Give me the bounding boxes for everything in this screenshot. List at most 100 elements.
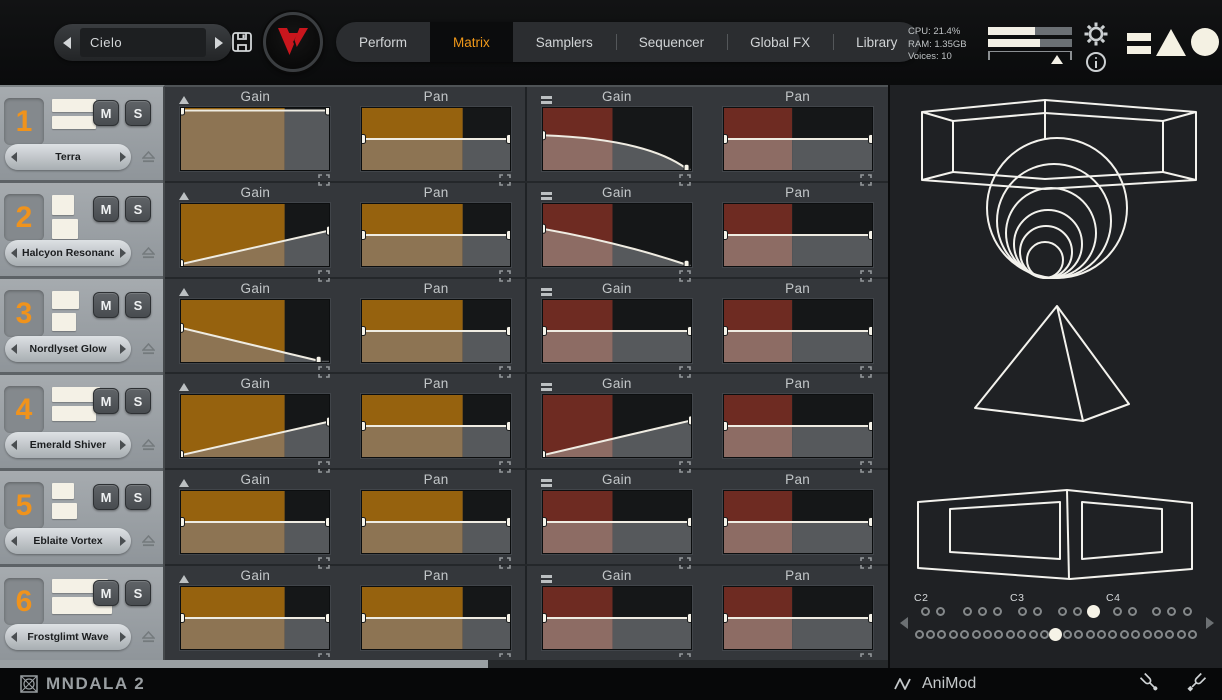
key-dot-upper[interactable] (1112, 606, 1122, 616)
envelope-editor[interactable] (360, 394, 513, 459)
envelope-editor[interactable] (540, 490, 693, 555)
envelope-editor[interactable] (360, 490, 513, 555)
mute-button[interactable]: M (93, 100, 119, 126)
key-dot-upper[interactable] (992, 606, 1002, 616)
sampler-slot-1[interactable]: 1 M S Terra (0, 87, 163, 183)
tuning-fork-alt-button[interactable] (1186, 671, 1208, 698)
key-dot-lower[interactable] (1142, 629, 1152, 639)
key-dot-upper[interactable] (1072, 606, 1082, 616)
key-dot-upper[interactable] (977, 606, 987, 616)
instrument-next-button[interactable] (114, 440, 131, 450)
instrument-next-button[interactable] (114, 344, 131, 354)
mute-button[interactable]: M (93, 580, 119, 606)
key-dot-lower-active[interactable] (1049, 627, 1063, 641)
key-dot-upper[interactable] (1057, 606, 1067, 616)
instrument-next-button[interactable] (114, 248, 131, 258)
key-dot-upper[interactable] (1017, 606, 1027, 616)
slot-number-tile[interactable]: 1 (4, 98, 44, 145)
info-button[interactable] (1086, 52, 1106, 72)
tuning-fork-button[interactable] (1138, 671, 1160, 698)
key-dot-upper-active[interactable] (1086, 604, 1100, 618)
instrument-selector[interactable]: Emerald Shiver (5, 432, 131, 458)
key-dot-lower[interactable] (1188, 629, 1198, 639)
save-button[interactable] (231, 31, 253, 53)
key-dot-lower[interactable] (960, 629, 970, 639)
mute-button[interactable]: M (93, 484, 119, 510)
instrument-selector[interactable]: Nordlyset Glow (5, 336, 131, 362)
envelope-editor[interactable] (179, 105, 332, 171)
instrument-prev-button[interactable] (5, 440, 22, 450)
envelope-editor[interactable] (360, 586, 513, 651)
slot-number-tile[interactable]: 3 (4, 290, 44, 337)
key-dot-lower[interactable] (1005, 629, 1015, 639)
mute-button[interactable]: M (93, 388, 119, 414)
envelope-editor[interactable] (721, 107, 874, 171)
slot-number-tile[interactable]: 6 (4, 578, 44, 625)
key-dot-lower[interactable] (914, 629, 924, 639)
envelope-editor[interactable] (721, 394, 874, 459)
key-dot-upper[interactable] (935, 606, 945, 616)
key-dot-lower[interactable] (925, 629, 935, 639)
solo-button[interactable]: S (125, 100, 151, 126)
preset-next-button[interactable] (206, 24, 232, 61)
solo-button[interactable]: S (125, 484, 151, 510)
key-dot-upper[interactable] (1151, 606, 1161, 616)
envelope-editor[interactable] (721, 202, 874, 267)
mute-button[interactable]: M (93, 292, 119, 318)
envelope-editor[interactable] (539, 107, 692, 174)
sampler-slot-5[interactable]: 5 M S Eblaite Vortex (0, 471, 163, 567)
tab-matrix[interactable]: Matrix (430, 22, 513, 62)
key-dot-upper[interactable] (962, 606, 972, 616)
tab-perform[interactable]: Perform (336, 22, 430, 62)
eject-button[interactable] (141, 246, 156, 264)
instrument-prev-button[interactable] (5, 536, 22, 546)
instrument-next-button[interactable] (114, 152, 131, 162)
key-dot-lower[interactable] (1131, 629, 1141, 639)
envelope-editor[interactable] (721, 586, 874, 651)
solo-button[interactable]: S (125, 292, 151, 318)
key-dot-upper[interactable] (1032, 606, 1042, 616)
envelope-editor[interactable] (539, 202, 692, 270)
sampler-slot-2[interactable]: 2 M S Halcyon Resonance (0, 183, 163, 279)
envelope-editor[interactable] (539, 394, 694, 461)
slider-handle-icon[interactable] (1050, 55, 1063, 64)
envelope-editor[interactable] (178, 202, 333, 269)
envelope-editor[interactable] (360, 202, 513, 267)
key-dot-lower[interactable] (1108, 629, 1118, 639)
key-dot-lower[interactable] (994, 629, 1004, 639)
envelope-editor[interactable] (178, 298, 331, 366)
eject-button[interactable] (141, 150, 156, 168)
horizontal-scrollbar[interactable] (0, 660, 888, 668)
instrument-prev-button[interactable] (5, 152, 22, 162)
settings-button[interactable] (1082, 20, 1110, 48)
mute-button[interactable]: M (93, 196, 119, 222)
envelope-editor[interactable] (540, 586, 693, 651)
instrument-prev-button[interactable] (5, 248, 22, 258)
envelope-editor[interactable] (178, 394, 333, 461)
eject-button[interactable] (141, 342, 156, 360)
key-dot-upper[interactable] (1166, 606, 1176, 616)
range-right-arrow[interactable] (1206, 617, 1214, 629)
key-dot-lower[interactable] (1176, 629, 1186, 639)
scrollbar-thumb[interactable] (0, 660, 488, 668)
key-dot-upper[interactable] (920, 606, 930, 616)
eject-button[interactable] (141, 630, 156, 648)
sampler-slot-3[interactable]: 3 M S Nordlyset Glow (0, 279, 163, 375)
key-dot-lower[interactable] (1028, 629, 1038, 639)
key-dot-lower[interactable] (1096, 629, 1106, 639)
instrument-prev-button[interactable] (5, 344, 22, 354)
instrument-selector[interactable]: Eblaite Vortex (5, 528, 131, 554)
key-dot-lower[interactable] (937, 629, 947, 639)
envelope-editor[interactable] (360, 107, 513, 171)
envelope-editor[interactable] (540, 298, 693, 363)
solo-button[interactable]: S (125, 196, 151, 222)
tab-sequencer[interactable]: Sequencer (615, 22, 727, 62)
instrument-selector[interactable]: Halcyon Resonance (5, 240, 131, 266)
key-dot-lower[interactable] (1062, 629, 1072, 639)
gain-slider[interactable] (988, 51, 1072, 64)
preset-prev-button[interactable] (54, 24, 80, 61)
tab-global-fx[interactable]: Global FX (727, 22, 833, 62)
preset-selector[interactable]: Cielo (54, 24, 232, 61)
envelope-editor[interactable] (360, 298, 513, 363)
slot-number-tile[interactable]: 2 (4, 194, 44, 241)
